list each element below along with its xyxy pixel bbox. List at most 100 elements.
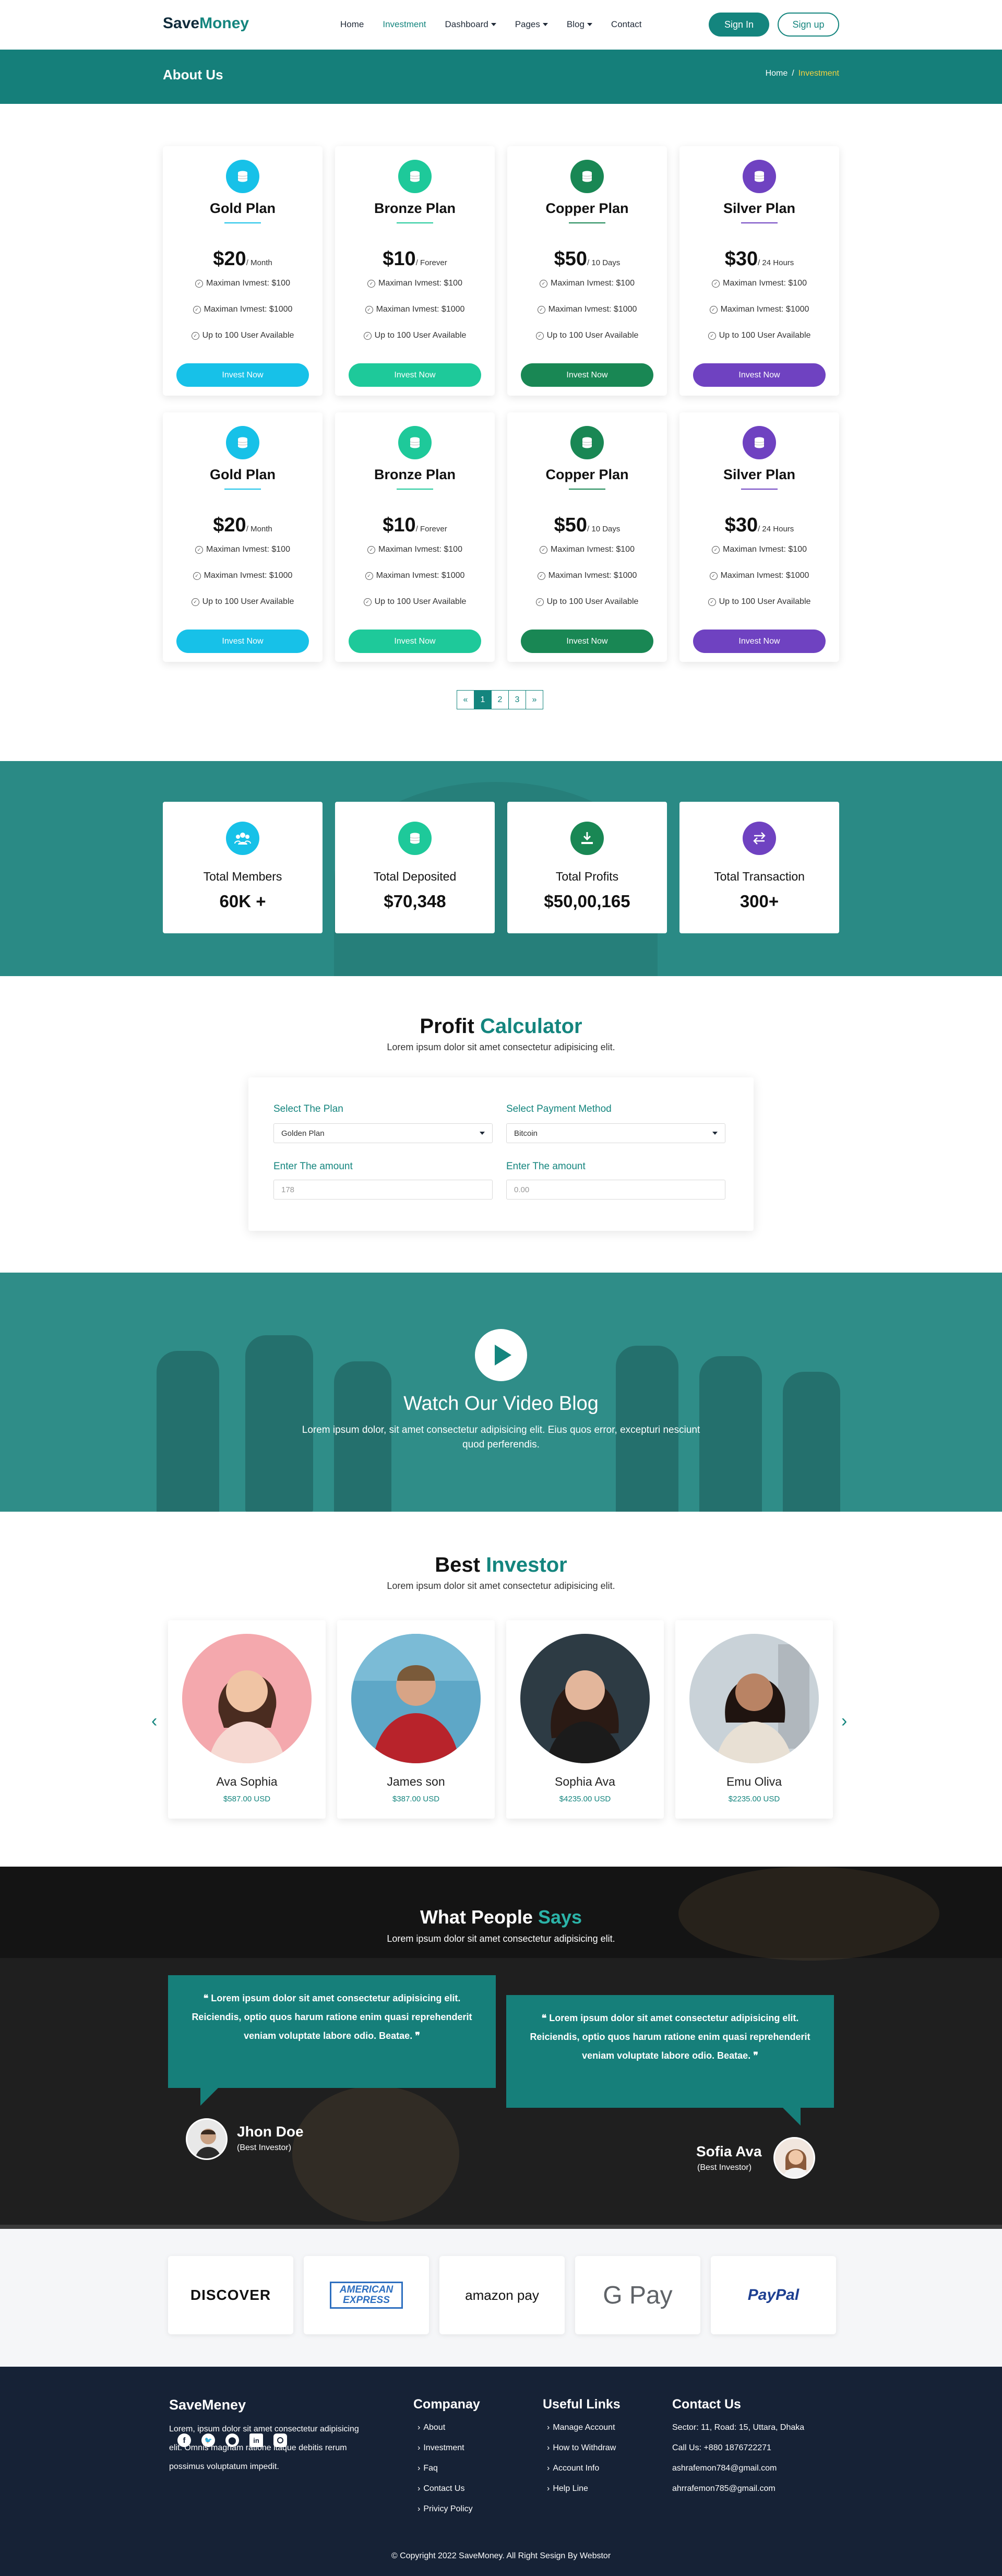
github-icon[interactable]: ⬤	[225, 2433, 239, 2447]
plan-feature: ✓ Up to 100 User Available	[163, 597, 323, 607]
main-nav: Home Investment Dashboard Pages Blog Con…	[340, 19, 661, 30]
paypal-logo: PayPal	[711, 2256, 836, 2334]
pagination-next[interactable]: »	[526, 690, 543, 709]
invest-now-button[interactable]: Invest Now	[349, 363, 481, 387]
quote-tail	[783, 2108, 801, 2126]
nav-home[interactable]: Home	[340, 19, 364, 30]
footer-link[interactable]: › Help Line	[547, 2484, 588, 2494]
investor-amount: $587.00 USD	[223, 1795, 271, 1803]
invest-now-button[interactable]: Invest Now	[176, 363, 309, 387]
plan-price: $50/ 10 Days	[554, 514, 621, 536]
stat-label: Total Profits	[555, 870, 619, 883]
footer-link[interactable]: › Privicy Policy	[418, 2504, 473, 2514]
nav-contact[interactable]: Contact	[611, 19, 642, 30]
contact-item: ashrafemon784@gmail.com	[672, 2464, 777, 2473]
investor-amount: $387.00 USD	[392, 1795, 440, 1803]
invest-now-button[interactable]: Invest Now	[693, 363, 826, 387]
nav-blog[interactable]: Blog	[567, 19, 592, 30]
check-circle-icon: ✓	[365, 305, 373, 314]
pagination-prev[interactable]: «	[457, 690, 474, 709]
pagination-page-3[interactable]: 3	[508, 690, 526, 709]
sign-up-button[interactable]: Sign up	[778, 13, 839, 37]
sign-in-button[interactable]: Sign In	[709, 13, 769, 37]
coins-icon	[226, 160, 259, 193]
breadcrumb-separator: /	[792, 69, 794, 78]
footer-link[interactable]: › Account Info	[547, 2464, 599, 2473]
invest-now-button[interactable]: Invest Now	[349, 630, 481, 653]
plan-name: Copper Plan	[545, 200, 629, 216]
coins-icon	[570, 160, 604, 193]
footer-link[interactable]: › How to Withdraw	[547, 2443, 616, 2453]
nav-dashboard[interactable]: Dashboard	[445, 19, 496, 30]
instagram-icon[interactable]	[273, 2433, 287, 2447]
check-circle-icon: ✓	[535, 331, 544, 340]
check-circle-icon: ✓	[708, 598, 716, 606]
plan-feature: ✓ Maximan Ivmest: $100	[163, 279, 323, 288]
check-circle-icon: ✓	[712, 545, 720, 554]
testimonial-role: (Best Investor)	[237, 2143, 292, 2152]
pagination-page-2[interactable]: 2	[491, 690, 509, 709]
nav-pages[interactable]: Pages	[515, 19, 548, 30]
copyright: © Copyright 2022 SaveMoney. All Right Se…	[391, 2551, 611, 2560]
invest-now-button[interactable]: Invest Now	[521, 363, 653, 387]
testimonials-title: What People Says	[420, 1906, 582, 1928]
payment-method-select[interactable]: Bitcoin	[506, 1123, 725, 1143]
coins-icon	[743, 160, 776, 193]
plan-card: Silver Plan $30/ 24 Hours ✓ Maximan Ivmest:…	[679, 146, 839, 396]
footer-brand: SaveMeney	[169, 2397, 246, 2413]
plan-price: $10/ Forever	[383, 514, 447, 536]
invest-now-button[interactable]: Invest Now	[693, 630, 826, 653]
stat-card: Total Deposited $70,348	[335, 802, 495, 933]
invest-now-button[interactable]: Invest Now	[521, 630, 653, 653]
plan-feature: ✓ Maximan Ivmest: $1000	[163, 571, 323, 580]
plan-card: Silver Plan $30/ 24 Hours ✓ Maximan Ivmest:…	[679, 412, 839, 662]
footer-link[interactable]: › Faq	[418, 2464, 438, 2473]
nav-investment[interactable]: Investment	[383, 19, 426, 30]
plan-label: Select The Plan	[273, 1103, 343, 1114]
play-video-button[interactable]	[475, 1329, 527, 1381]
transfer-icon	[743, 822, 776, 855]
carousel-next-icon[interactable]: ›	[841, 1711, 847, 1731]
chevron-right-icon: ›	[547, 2464, 550, 2473]
contact-item: Sector: 11, Road: 15, Uttara, Dhaka	[672, 2423, 805, 2432]
breadcrumb: Home / Investment	[766, 69, 839, 78]
facebook-icon[interactable]: f	[177, 2433, 191, 2447]
quote-tail	[200, 2088, 218, 2106]
amount-input[interactable]: 178	[273, 1180, 493, 1200]
plan-price: $20/ Month	[213, 248, 272, 270]
twitter-icon[interactable]: 🐦	[201, 2433, 215, 2447]
footer-link[interactable]: › About	[418, 2423, 445, 2432]
testimonial-quote: ❝ Lorem ipsum dolor sit amet consectetur…	[506, 1995, 834, 2108]
check-circle-icon: ✓	[193, 305, 201, 314]
divider	[569, 489, 605, 490]
footer-link[interactable]: › Manage Account	[547, 2423, 615, 2432]
invest-now-button[interactable]: Invest Now	[176, 630, 309, 653]
play-icon	[495, 1345, 511, 1366]
plan-feature: ✓ Maximan Ivmest: $1000	[679, 305, 839, 314]
carousel-prev-icon[interactable]: ‹	[151, 1711, 157, 1731]
footer-contact-title: Contact Us	[672, 2397, 741, 2412]
stat-label: Total Transaction	[714, 870, 805, 883]
result-amount-input[interactable]: 0.00	[506, 1180, 725, 1200]
stat-card: Total Transaction 300+	[679, 802, 839, 933]
amount-label: Enter The amount	[273, 1161, 353, 1172]
american-express-logo: AMERICAN EXPRESS	[304, 2256, 429, 2334]
contact-item: ahrrafemon785@gmail.com	[672, 2484, 776, 2493]
pagination-page-1[interactable]: 1	[474, 690, 492, 709]
testimonial-quote: ❝ Lorem ipsum dolor sit amet consectetur…	[168, 1975, 496, 2088]
site-logo[interactable]: SaveMoney	[163, 15, 249, 32]
investor-photo	[520, 1634, 650, 1763]
footer-link[interactable]: › Investment	[418, 2443, 464, 2453]
breadcrumb-home[interactable]: Home	[766, 69, 788, 78]
linkedin-icon[interactable]: in	[249, 2433, 263, 2447]
investors-subtitle: Lorem ipsum dolor sit amet consectetur a…	[387, 1581, 615, 1591]
chevron-right-icon: ›	[547, 2443, 550, 2452]
plan-name: Bronze Plan	[374, 200, 456, 216]
check-circle-icon: ✓	[709, 572, 718, 580]
plan-card: Copper Plan $50/ 10 Days ✓ Maximan Ivmest: …	[507, 412, 667, 662]
plan-select[interactable]: Golden Plan	[273, 1123, 493, 1143]
coins-icon	[226, 426, 259, 459]
video-title: Watch Our Video Blog	[403, 1393, 599, 1415]
background-photo	[292, 2086, 459, 2222]
footer-link[interactable]: › Contact Us	[418, 2484, 464, 2494]
